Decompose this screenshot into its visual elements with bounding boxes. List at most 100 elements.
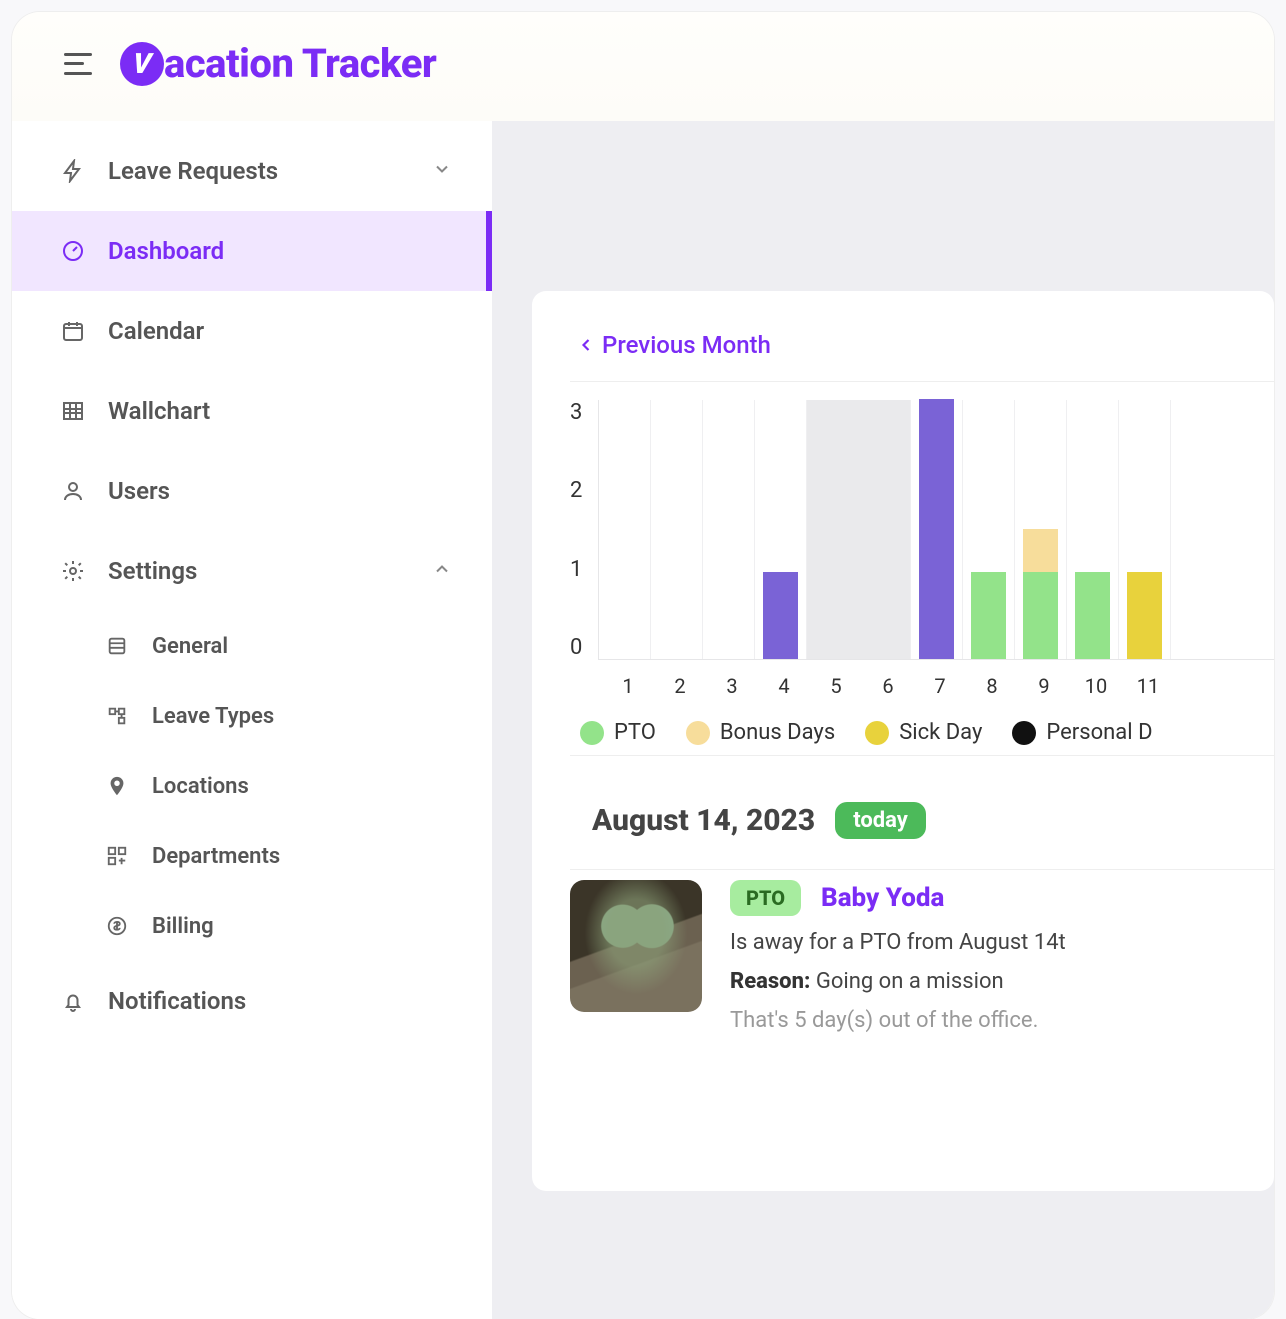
x-tick: 6: [862, 660, 914, 698]
dollar-icon: [104, 913, 130, 939]
y-tick: 3: [570, 400, 582, 425]
y-tick: 0: [570, 635, 582, 660]
logo-mark-icon: [120, 42, 164, 86]
leave-entry: PTO Baby Yoda Is away for a PTO from Aug…: [570, 870, 1274, 1033]
summary-line: That's 5 day(s) out of the office.: [730, 1008, 1066, 1033]
chart-column: [651, 400, 703, 659]
chart-column: [1119, 400, 1171, 659]
previous-month-label: Previous Month: [602, 331, 771, 359]
sidebar-item-label: Leave Requests: [108, 157, 278, 185]
sidebar-item-billing[interactable]: Billing: [12, 891, 492, 961]
x-tick: 3: [706, 660, 758, 698]
chart-bar-segment: [1023, 529, 1058, 572]
chart-column: [1067, 400, 1119, 659]
x-tick: 1: [602, 660, 654, 698]
app-logo[interactable]: acation Tracker: [120, 40, 436, 87]
away-line: Is away for a PTO from August 14t: [730, 930, 1066, 955]
topbar: acation Tracker: [12, 12, 1274, 121]
date-heading-row: August 14, 2023 today: [570, 756, 1274, 869]
sidebar-item-label: Dashboard: [108, 237, 224, 265]
legend-label: PTO: [614, 720, 656, 745]
reason-label: Reason:: [730, 969, 810, 994]
x-tick: 11: [1122, 660, 1174, 698]
legend-swatch-icon: [686, 721, 710, 745]
calendar-icon: [60, 318, 86, 344]
x-tick: 8: [966, 660, 1018, 698]
y-tick: 1: [570, 557, 582, 582]
x-tick: 5: [810, 660, 862, 698]
chart-column: [963, 400, 1015, 659]
chevron-left-icon: [576, 335, 596, 355]
chart-column: [599, 400, 651, 659]
legend-swatch-icon: [1012, 721, 1036, 745]
today-badge: today: [835, 802, 926, 839]
sidebar-item-users[interactable]: Users: [12, 451, 492, 531]
reason-text: Going on a mission: [816, 969, 1004, 994]
chart-y-axis: 3 2 1 0: [570, 400, 598, 660]
user-icon: [60, 478, 86, 504]
chevron-down-icon: [432, 157, 452, 185]
sidebar-item-leave-requests[interactable]: Leave Requests: [12, 131, 492, 211]
legend-label: Sick Day: [899, 720, 982, 745]
app-title: acation Tracker: [164, 40, 436, 87]
x-tick: 4: [758, 660, 810, 698]
main-content: Previous Month 3210 1234567891011 PTOBon…: [492, 121, 1274, 1319]
legend-label: Personal D: [1046, 720, 1152, 745]
sidebar-item-label: General: [152, 634, 228, 659]
legend-swatch-icon: [865, 721, 889, 745]
chart-bar-segment: [763, 572, 798, 659]
chart-bar-segment: [971, 572, 1006, 659]
chart-plot-area: [598, 400, 1274, 660]
legend-label: Bonus Days: [720, 720, 835, 745]
x-tick: 2: [654, 660, 706, 698]
sidebar-item-leave-types[interactable]: Leave Types: [12, 681, 492, 751]
sidebar-item-label: Leave Types: [152, 704, 274, 729]
departments-icon: [104, 843, 130, 869]
reason-line: Reason: Going on a mission: [730, 969, 1066, 994]
leave-chart: 3 2 1 0: [570, 382, 1274, 660]
sidebar-item-label: Notifications: [108, 987, 246, 1015]
chart-column: [1015, 400, 1067, 659]
sidebar-item-dashboard[interactable]: Dashboard: [12, 211, 492, 291]
menu-toggle-icon[interactable]: [64, 53, 92, 75]
chart-legend: PTO Bonus Days Sick Day Personal D: [570, 698, 1274, 755]
chart-column: [807, 400, 859, 659]
grid-icon: [60, 398, 86, 424]
sidebar-item-calendar[interactable]: Calendar: [12, 291, 492, 371]
legend-item[interactable]: Personal D: [1012, 720, 1152, 745]
sidebar-item-general[interactable]: General: [12, 611, 492, 681]
pin-icon: [104, 773, 130, 799]
sidebar-item-label: Wallchart: [108, 397, 210, 425]
sidebar-item-departments[interactable]: Departments: [12, 821, 492, 891]
person-name-link[interactable]: Baby Yoda: [821, 883, 944, 913]
sidebar-item-label: Departments: [152, 844, 280, 869]
x-tick: 7: [914, 660, 966, 698]
chart-x-axis: 1234567891011: [602, 660, 1274, 698]
dashboard-card: Previous Month 3210 1234567891011 PTOBon…: [532, 291, 1274, 1191]
chart-bar-segment: [1127, 572, 1162, 659]
gauge-icon: [60, 238, 86, 264]
chart-bar-segment: [1023, 572, 1058, 659]
sidebar-item-label: Calendar: [108, 317, 204, 345]
legend-item[interactable]: Sick Day: [865, 720, 982, 745]
chevron-up-icon: [432, 557, 452, 585]
sidebar-item-wallchart[interactable]: Wallchart: [12, 371, 492, 451]
sidebar-item-label: Locations: [152, 774, 249, 799]
x-tick: 10: [1070, 660, 1122, 698]
leave-type-badge: PTO: [730, 880, 801, 916]
chart-column: [703, 400, 755, 659]
y-tick: 2: [570, 478, 582, 503]
sidebar-item-notifications[interactable]: Notifications: [12, 961, 492, 1041]
sidebar-item-settings[interactable]: Settings: [12, 531, 492, 611]
sidebar-item-label: Billing: [152, 914, 214, 939]
legend-swatch-icon: [580, 721, 604, 745]
avatar: [570, 880, 702, 1012]
chart-column: [911, 400, 963, 659]
legend-item[interactable]: Bonus Days: [686, 720, 835, 745]
hierarchy-icon: [104, 703, 130, 729]
sidebar-item-locations[interactable]: Locations: [12, 751, 492, 821]
chart-column: [755, 400, 807, 659]
previous-month-link[interactable]: Previous Month: [570, 331, 1274, 381]
gear-icon: [60, 558, 86, 584]
legend-item[interactable]: PTO: [580, 720, 656, 745]
